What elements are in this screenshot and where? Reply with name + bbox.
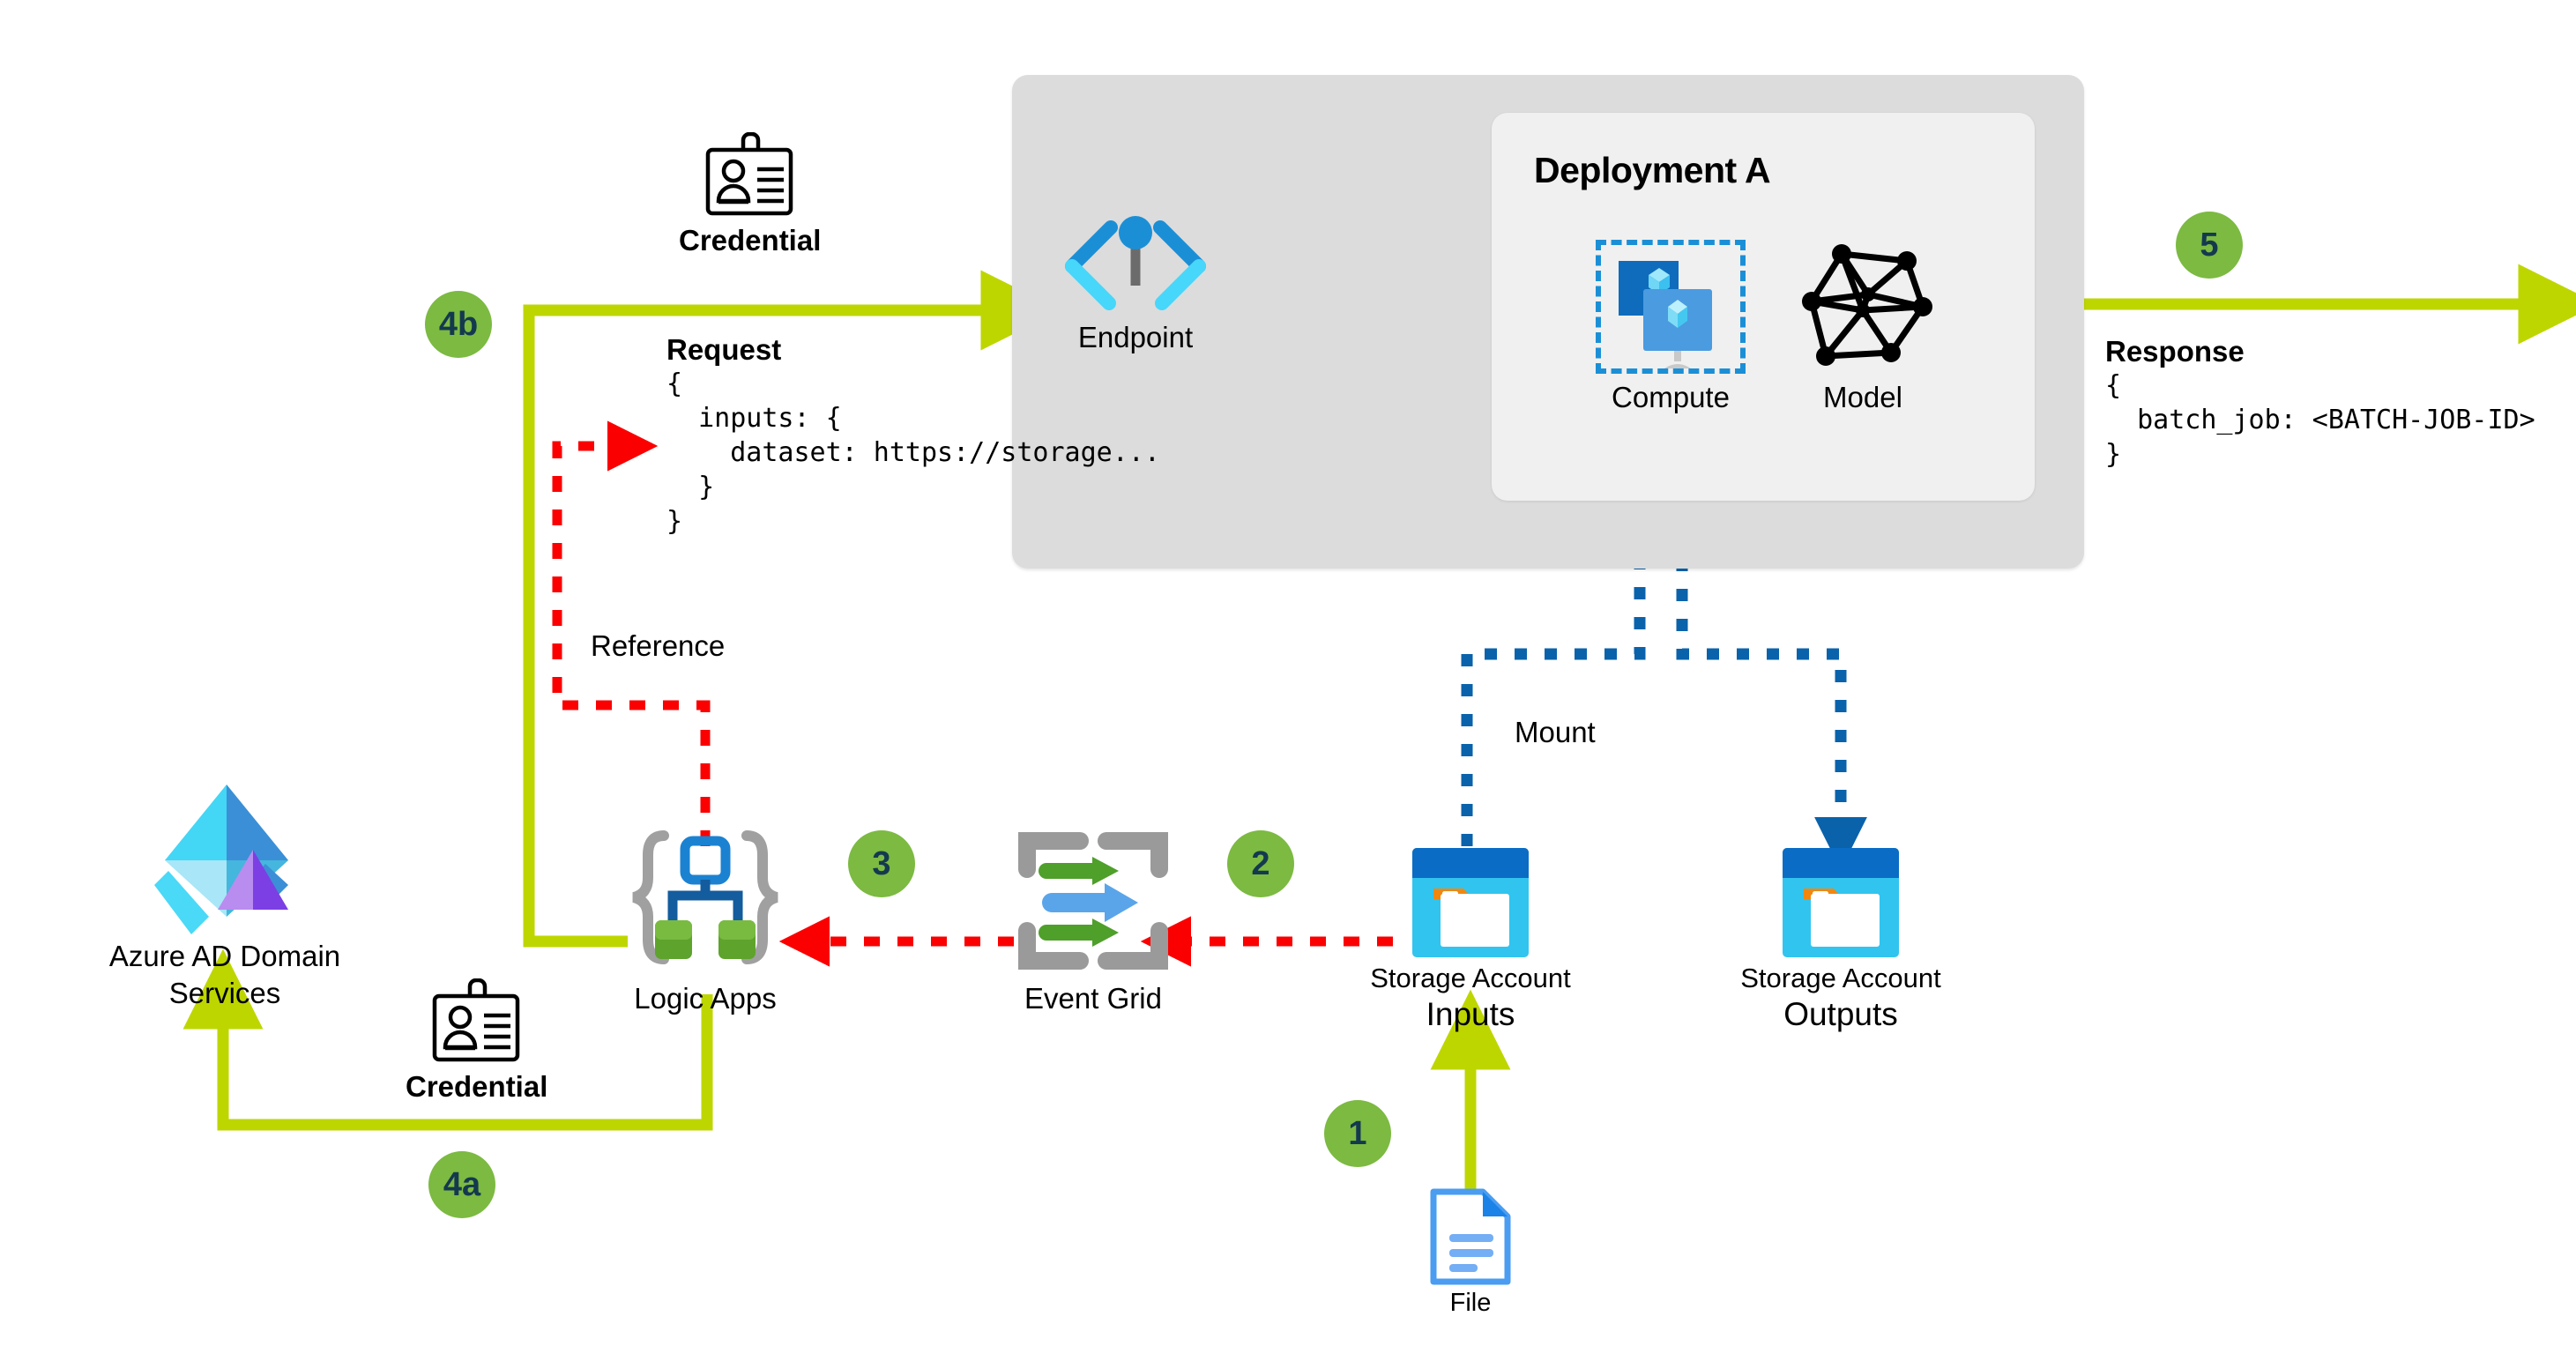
reference-edge-label: Reference xyxy=(591,629,726,662)
response-title: Response xyxy=(2105,335,2245,368)
request-body: { inputs: { dataset: https://storage... … xyxy=(666,368,1160,537)
event-grid-label: Event Grid xyxy=(1024,982,1162,1015)
file-node: File xyxy=(1409,1188,1532,1318)
file-icon xyxy=(1430,1188,1511,1285)
storage-inputs-label-1: Storage Account xyxy=(1370,963,1571,993)
model-node: Model xyxy=(1779,240,1947,414)
mount-edge-label: Mount xyxy=(1515,716,1596,748)
credential-bottom-label: Credential xyxy=(406,1070,548,1103)
request-block: Request { inputs: { dataset: https://sto… xyxy=(666,333,1160,539)
response-body: { batch_job: <BATCH-JOB-ID> } xyxy=(2105,370,2535,470)
compute-icon xyxy=(1619,261,1712,368)
endpoint-icon xyxy=(1065,216,1206,310)
deployment-a-title: Deployment A xyxy=(1534,150,1771,190)
model-graph-icon xyxy=(1802,244,1932,366)
endpoint-label: Endpoint xyxy=(1077,321,1194,353)
azure-ad-domain-services-icon xyxy=(154,785,288,934)
event-grid-node: Event Grid xyxy=(1005,829,1181,1015)
file-label: File xyxy=(1449,1289,1492,1317)
step-badge-2[interactable]: 2 xyxy=(1227,830,1294,897)
step-badge-3[interactable]: 3 xyxy=(848,830,915,897)
credential-icon xyxy=(705,132,793,216)
step-badge-4b[interactable]: 4b xyxy=(425,291,492,358)
compute-dashed-border xyxy=(1596,240,1746,374)
storage-account-icon xyxy=(1412,848,1529,957)
storage-outputs-label-1: Storage Account xyxy=(1740,963,1941,993)
model-label: Model xyxy=(1823,381,1902,413)
storage-outputs-label-2: Outputs xyxy=(1783,996,1898,1032)
logic-apps-icon xyxy=(632,830,778,964)
azure-ad-node: Azure AD Domain Services xyxy=(88,776,361,1012)
storage-inputs-label-2: Inputs xyxy=(1426,996,1515,1032)
endpoint-node: Endpoint xyxy=(1056,212,1215,354)
step-badge-5[interactable]: 5 xyxy=(2176,212,2243,279)
compute-node: Compute xyxy=(1587,240,1754,414)
event-grid-icon xyxy=(1018,832,1168,970)
storage-account-icon xyxy=(1783,848,1899,957)
credential-bottom-node: Credential xyxy=(406,978,547,1104)
compute-label: Compute xyxy=(1612,381,1730,413)
credential-top-node: Credential xyxy=(679,132,822,257)
response-block: Response { batch_job: <BATCH-JOB-ID> } xyxy=(2105,335,2535,472)
credential-top-label: Credential xyxy=(679,224,822,257)
credential-icon xyxy=(432,978,520,1062)
step-badge-1[interactable]: 1 xyxy=(1324,1100,1391,1167)
storage-account-inputs-node: Storage Account Inputs xyxy=(1365,846,1576,1033)
diagram-canvas: Deployment A Credential 4b Request { inp… xyxy=(0,0,2576,1361)
azure-ad-label: Azure AD Domain Services xyxy=(108,940,341,1010)
storage-account-outputs-node: Storage Account Outputs xyxy=(1735,846,1947,1033)
logic-apps-label: Logic Apps xyxy=(634,982,777,1015)
step-badge-4a[interactable]: 4a xyxy=(428,1151,495,1218)
logic-apps-node: Logic Apps xyxy=(617,829,793,1015)
